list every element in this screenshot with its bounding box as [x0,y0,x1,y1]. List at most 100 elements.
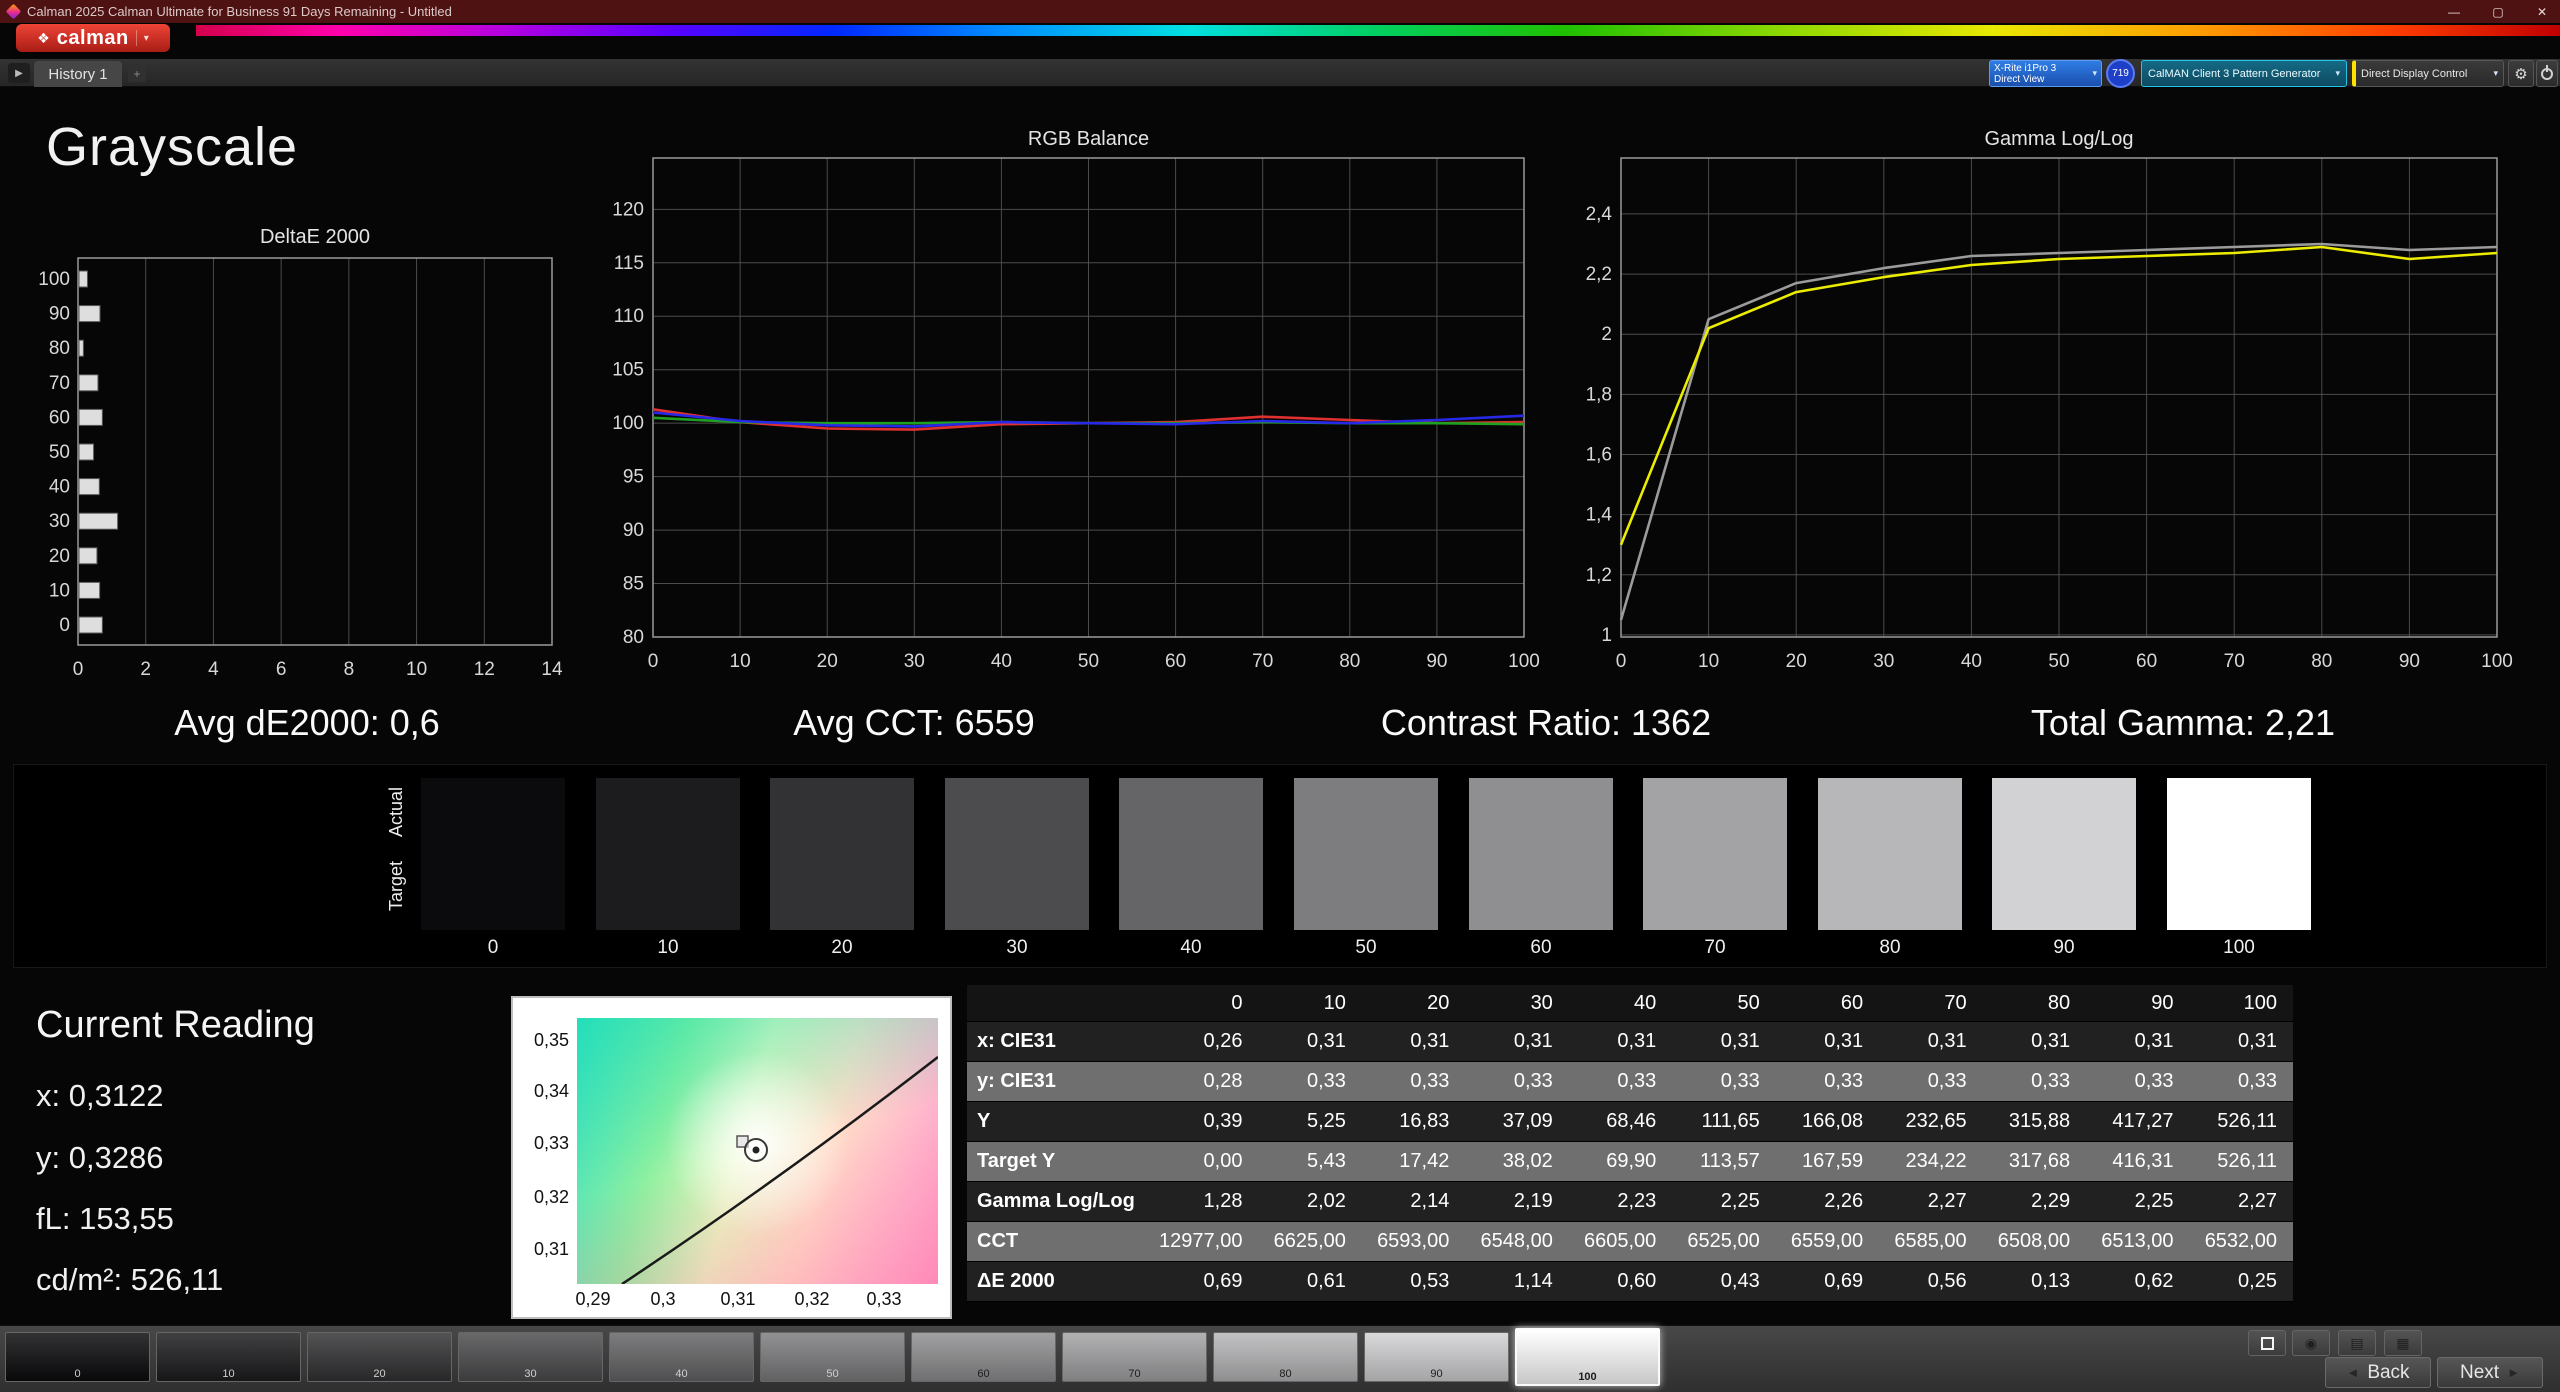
table-cell: 234,22 [1879,1142,1982,1181]
spectrum-strip [196,25,2560,36]
table-column-header: 10 [1258,985,1361,1021]
grayscale-thumb-20[interactable]: 20 [307,1332,452,1382]
gamma-chart: 01020304050607080901002,42,221,81,61,41,… [1560,150,2560,675]
grayscale-swatch-60 [1469,778,1613,930]
swatch-label: 10 [596,937,740,959]
table-cell: 166,08 [1776,1102,1879,1141]
table-cell: 0,31 [1465,1022,1568,1061]
svg-text:100: 100 [612,413,644,434]
svg-text:30: 30 [49,511,70,532]
meter-line1: X-Rite i1Pro 3 [1994,63,2092,74]
grayscale-thumb-0[interactable]: 0 [5,1332,150,1382]
close-button[interactable]: ✕ [2524,0,2560,23]
settings-button[interactable]: ⚙ [2508,60,2534,87]
svg-text:50: 50 [1078,651,1099,672]
table-cell: 0,69 [1155,1262,1258,1301]
cie-x-tick: 0,29 [558,1289,628,1310]
grayscale-thumb-40[interactable]: 40 [609,1332,754,1382]
maximize-button[interactable]: ▢ [2480,0,2516,23]
cie-y-tick: 0,35 [513,1030,569,1051]
new-tab-button[interactable]: + [128,66,146,82]
svg-text:70: 70 [49,373,70,394]
svg-text:2: 2 [140,659,151,680]
svg-text:100: 100 [2481,651,2513,672]
svg-text:0: 0 [73,659,84,680]
svg-text:1: 1 [1601,625,1612,646]
grid-view-button[interactable]: ▦ [2384,1330,2422,1356]
table-cell: 0,33 [1776,1062,1879,1101]
power-button[interactable] [2536,60,2558,87]
svg-text:115: 115 [614,253,644,274]
row-label: Gamma Log/Log [967,1182,1155,1221]
svg-text:70: 70 [2224,651,2245,672]
back-button[interactable]: ◄ Back [2325,1357,2431,1388]
table-cell: 16,83 [1362,1102,1465,1141]
next-arrow-icon: ► [2507,1365,2520,1380]
table-column-header: 40 [1569,985,1672,1021]
logo-text: calman [57,27,129,50]
display-control-label: Direct Display Control [2361,68,2488,80]
table-cell: 0,31 [1569,1022,1672,1061]
chevron-down-icon: ▾ [136,30,149,46]
grayscale-thumb-70[interactable]: 70 [1062,1332,1207,1382]
grayscale-thumb-30[interactable]: 30 [458,1332,603,1382]
grayscale-thumb-90[interactable]: 90 [1364,1332,1509,1382]
table-row: Y0,395,2516,8337,0968,46111,65166,08232,… [967,1102,2293,1142]
table-cell: 37,09 [1465,1102,1568,1141]
table-cell: 0,00 [1155,1142,1258,1181]
grayscale-swatch-30 [945,778,1089,930]
table-cell: 0,31 [1983,1022,2086,1061]
svg-text:60: 60 [2136,651,2157,672]
pattern-generator-button[interactable]: CalMAN Client 3 Pattern Generator ▾ [2141,60,2347,87]
cie-y-tick: 0,32 [513,1187,569,1208]
table-cell: 17,42 [1362,1142,1465,1181]
camera-icon: ◉ [2305,1335,2317,1352]
pattern-window-button[interactable] [2248,1330,2286,1356]
meter-count-badge[interactable]: 719 [2106,59,2135,88]
cie-y-tick: 0,33 [513,1133,569,1154]
tab-history-1[interactable]: History 1 [34,61,122,87]
table-cell: 6508,00 [1983,1222,2086,1261]
table-cell: 2,29 [1983,1182,2086,1221]
current-reading-title: Current Reading [36,1004,315,1047]
svg-text:4: 4 [208,659,219,680]
calman-logo-menu[interactable]: ❖ calman ▾ [16,24,170,52]
grayscale-thumb-50[interactable]: 50 [760,1332,905,1382]
table-cell: 6532,00 [2190,1222,2293,1261]
swatch-label: 50 [1294,937,1438,959]
swatch-label: 90 [1992,937,2136,959]
grayscale-thumb-10[interactable]: 10 [156,1332,301,1382]
tab-nav-arrow-button[interactable]: ▶ [8,63,30,83]
total-gamma-stat: Total Gamma: 2,21 [2031,702,2335,744]
svg-text:100: 100 [1508,651,1540,672]
grayscale-thumb-60[interactable]: 60 [911,1332,1056,1382]
minimize-button[interactable]: — [2436,0,2472,23]
grayscale-thumb-80[interactable]: 80 [1213,1332,1358,1382]
table-cell: 6605,00 [1569,1222,1672,1261]
display-control-button[interactable]: Direct Display Control ▾ [2352,60,2504,87]
next-button[interactable]: Next ► [2437,1357,2543,1388]
table-cell: 1,14 [1465,1262,1568,1301]
table-cell: 12977,00 [1155,1222,1258,1261]
window-title: Calman 2025 Calman Ultimate for Business… [27,4,452,19]
table-cell: 0,31 [1258,1022,1361,1061]
svg-text:2,4: 2,4 [1586,204,1613,225]
swatch-label: 40 [1119,937,1263,959]
svg-text:80: 80 [1339,651,1360,672]
thumb-label: 40 [610,1368,753,1380]
table-cell: 2,14 [1362,1182,1465,1221]
table-cell: 6513,00 [2086,1222,2189,1261]
thumb-label: 70 [1063,1368,1206,1380]
table-cell: 0,31 [1879,1022,1982,1061]
table-column-header: 70 [1879,985,1982,1021]
table-cell: 315,88 [1983,1102,2086,1141]
row-label: x: CIE31 [967,1022,1155,1061]
table-cell: 113,57 [1672,1142,1775,1181]
print-button[interactable]: ▤ [2338,1330,2376,1356]
camera-button[interactable]: ◉ [2292,1330,2330,1356]
meter-line2: Direct View [1994,74,2092,85]
table-cell: 0,69 [1776,1262,1879,1301]
grayscale-thumb-100[interactable]: 100 [1515,1328,1660,1386]
meter-selector-button[interactable]: X-Rite i1Pro 3 Direct View ▾ [1989,60,2102,87]
current-reading-x: x: 0,3122 [36,1078,164,1114]
